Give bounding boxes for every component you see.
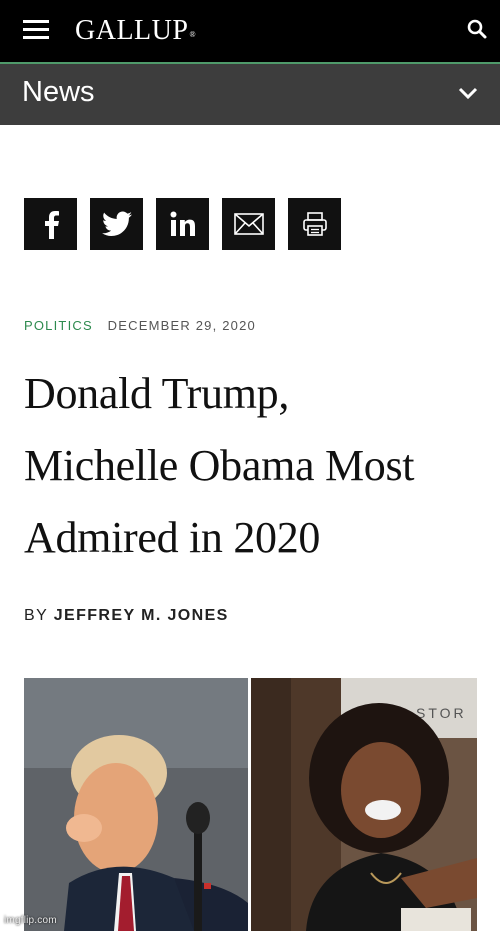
hamburger-menu-icon[interactable] xyxy=(23,20,49,40)
share-linkedin-button[interactable] xyxy=(156,198,209,250)
article-photo: STOR xyxy=(24,678,477,931)
headline-line: Donald Trump, xyxy=(24,369,290,418)
gallup-logo[interactable]: GALLUP® xyxy=(75,14,196,48)
print-icon xyxy=(302,212,327,236)
imgflip-watermark: imgflip.com xyxy=(4,915,57,926)
linkedin-icon xyxy=(170,211,195,236)
store-sign-text: STOR xyxy=(416,705,467,721)
logo-registered-mark: ® xyxy=(189,30,197,39)
photo-donald-trump xyxy=(24,678,248,931)
category-link[interactable]: POLITICS xyxy=(24,318,93,333)
author-link[interactable]: JEFFREY M. JONES xyxy=(54,607,229,624)
email-icon xyxy=(233,213,264,235)
headline-line: Admired in 2020 xyxy=(24,513,321,562)
section-dropdown[interactable]: News xyxy=(0,64,500,125)
share-facebook-button[interactable] xyxy=(24,198,77,250)
article-meta: POLITICS DECEMBER 29, 2020 xyxy=(24,318,256,334)
logo-text: GALLUP xyxy=(75,15,189,46)
chevron-down-icon xyxy=(458,86,478,100)
search-icon[interactable] xyxy=(466,18,488,40)
publish-date: DECEMBER 29, 2020 xyxy=(107,318,256,333)
facebook-icon xyxy=(44,211,59,239)
share-email-button[interactable] xyxy=(222,198,275,250)
headline-line: Michelle Obama Most xyxy=(24,441,415,490)
byline: BY JEFFREY M. JONES xyxy=(24,606,229,626)
print-button[interactable] xyxy=(288,198,341,250)
section-label: News xyxy=(22,76,95,108)
twitter-icon xyxy=(101,211,132,236)
share-buttons xyxy=(24,198,341,250)
article-headline: Donald Trump, Michelle Obama Most Admire… xyxy=(24,358,484,574)
top-navigation-bar: GALLUP® xyxy=(0,0,500,64)
share-twitter-button[interactable] xyxy=(90,198,143,250)
byline-prefix: BY xyxy=(24,607,48,624)
photo-michelle-obama: STOR xyxy=(251,678,477,931)
